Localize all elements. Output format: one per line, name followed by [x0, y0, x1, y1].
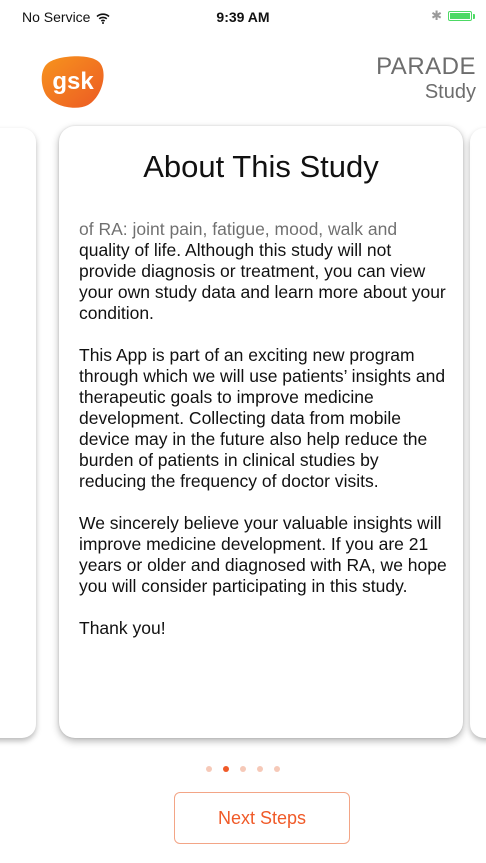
page-dot-5[interactable] [274, 766, 280, 772]
header: gsk PARADE Study [0, 36, 486, 116]
next-steps-button[interactable]: Next Steps [174, 792, 350, 844]
brand-block: PARADE Study [376, 54, 476, 104]
page-dot-2[interactable] [223, 766, 229, 772]
carousel[interactable]: About This Study of RA: joint pain, fati… [0, 116, 486, 746]
page-indicator[interactable] [0, 766, 486, 772]
brand-subtitle: Study [424, 81, 476, 103]
status-time: 9:39 AM [216, 9, 270, 25]
card-paragraph-2: This App is part of an exciting new prog… [79, 345, 446, 491]
status-right: ✱ [431, 8, 475, 24]
screen: No Service 9:39 AM ✱ gsk PARADE Study Ab… [0, 0, 486, 863]
brand-title: PARADE [376, 53, 476, 80]
gsk-logo: gsk [40, 53, 106, 109]
page-dot-1[interactable] [206, 766, 212, 772]
previous-card[interactable] [0, 128, 36, 738]
card-paragraph-4: Thank you! [79, 618, 166, 638]
bluetooth-icon: ✱ [431, 8, 442, 23]
battery-fill [450, 13, 470, 19]
card-title: About This Study [143, 149, 379, 184]
about-study-card[interactable]: About This Study of RA: joint pain, fati… [59, 126, 463, 738]
battery-icon [448, 11, 475, 21]
card-paragraph-3: We sincerely believe your valuable insig… [79, 513, 447, 596]
card-body[interactable]: of RA: joint pain, fatigue, mood, walk a… [79, 219, 449, 660]
card-paragraph-1: of RA: joint pain, fatigue, mood, walk a… [79, 219, 449, 324]
next-card[interactable] [470, 128, 486, 738]
battery-tip [473, 14, 475, 19]
gsk-logo-text: gsk [52, 68, 94, 95]
page-dot-3[interactable] [240, 766, 246, 772]
status-bar: No Service 9:39 AM ✱ [0, 0, 486, 36]
page-dot-4[interactable] [257, 766, 263, 772]
